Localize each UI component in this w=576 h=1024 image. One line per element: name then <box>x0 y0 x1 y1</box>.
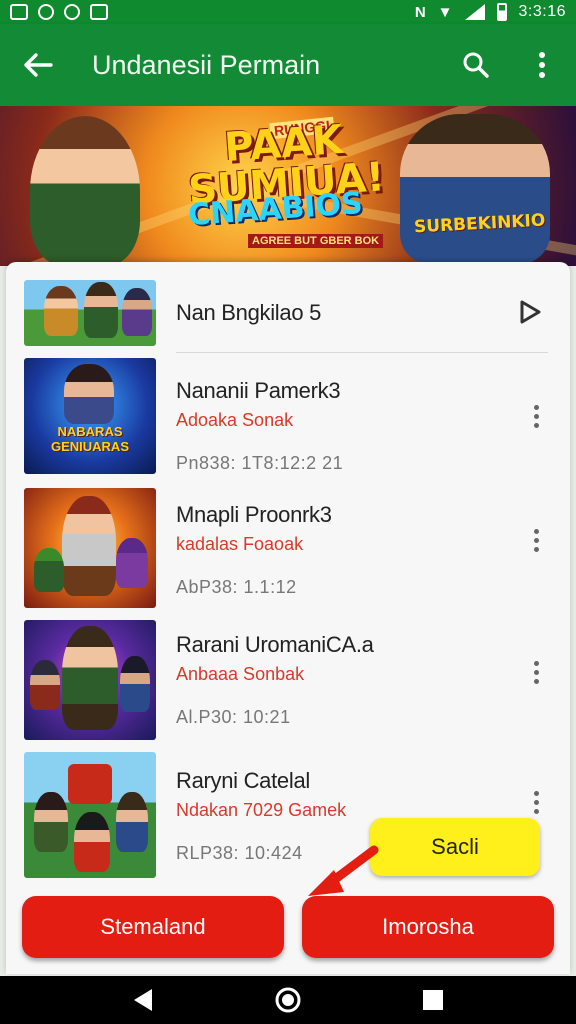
app-bar: Undanesii Permain <box>0 24 576 106</box>
system-navigation-bar <box>0 976 576 1024</box>
back-triangle-icon <box>133 989 152 1011</box>
promo-banner[interactable]: RUNGGI PAAK SUMIUA! CNAABIOS AGREE BUT G… <box>0 106 576 266</box>
download-notification-icon <box>90 4 108 20</box>
system-icons: N ▼ 3:3:16 <box>415 3 566 21</box>
item-menu-button[interactable] <box>524 396 548 436</box>
status-time: 3:3:16 <box>518 3 566 20</box>
game-meta: Pn838: 1T8:12:2 21 <box>176 453 344 473</box>
game-title: Nananii Pamerk3 <box>176 378 341 403</box>
item-menu-button[interactable] <box>524 520 548 560</box>
list-item[interactable]: Rarani UromaniCA.a Anbaaa Sonbak Al.P30:… <box>24 620 556 740</box>
hint-tooltip[interactable]: Sacli <box>370 818 540 876</box>
game-title: Nan Bngkilao 5 <box>176 300 322 325</box>
more-vert-icon <box>539 52 545 78</box>
sync-notification-icon <box>38 4 54 20</box>
search-button[interactable] <box>456 45 496 85</box>
list-item-text: Mnapli Proonrk3 kadalas Foaoak AbP38: 1.… <box>176 488 556 608</box>
game-thumbnail <box>24 752 156 878</box>
list-item-text: Nan Bngkilao 5 <box>176 280 556 348</box>
banner-heroes-group-art <box>400 114 550 264</box>
game-thumbnail <box>24 620 156 740</box>
wifi-icon: ▼ <box>437 3 453 21</box>
list-item[interactable]: NABARAS GENIUARAS Nananii Pamerk3 Adoaka… <box>24 358 556 476</box>
gallery-notification-icon <box>10 4 28 20</box>
nfc-icon: N <box>414 3 426 21</box>
location-notification-icon <box>64 4 80 20</box>
nav-home-button[interactable] <box>268 980 308 1020</box>
overflow-menu-button[interactable] <box>522 45 562 85</box>
banner-tag: AGREE BUT GBER BOK <box>248 234 384 248</box>
arrow-left-icon <box>24 53 53 77</box>
list-item[interactable]: Mnapli Proonrk3 kadalas Foaoak AbP38: 1.… <box>24 488 556 608</box>
game-thumbnail: NABARAS GENIUARAS <box>24 358 156 474</box>
play-button[interactable] <box>512 294 548 330</box>
search-icon <box>463 52 489 78</box>
game-thumbnail <box>24 280 156 346</box>
list-item-text: Nananii Pamerk3 Adoaka Sonak Pn838: 1T8:… <box>176 358 556 476</box>
game-title: Mnapli Proonrk3 <box>176 502 332 527</box>
list-item-text: Rarani UromaniCA.a Anbaaa Sonbak Al.P30:… <box>176 620 556 740</box>
list-divider <box>176 352 548 353</box>
banner-hero-art <box>30 116 140 266</box>
game-subtitle: Anbaaa Sonbak <box>176 664 305 684</box>
secondary-action-button[interactable]: Imorosha <box>302 896 554 958</box>
primary-action-button[interactable]: Stemaland <box>22 896 284 958</box>
nav-recents-button[interactable] <box>413 980 453 1020</box>
game-meta: Al.P30: 10:21 <box>176 707 291 727</box>
list-item-featured[interactable]: Nan Bngkilao 5 <box>24 280 556 348</box>
game-title: Rarani UromaniCA.a <box>176 632 374 657</box>
recents-square-icon <box>423 990 444 1010</box>
game-subtitle: Adoaka Sonak <box>176 410 294 430</box>
item-menu-button[interactable] <box>524 782 548 822</box>
battery-icon <box>496 3 507 21</box>
item-menu-button[interactable] <box>524 652 548 692</box>
home-circle-icon <box>275 987 301 1013</box>
thumbnail-label: NABARAS GENIUARAS <box>50 424 129 454</box>
game-meta: AbP38: 1.1:12 <box>176 577 297 597</box>
back-button[interactable] <box>14 41 62 89</box>
play-icon <box>520 300 541 324</box>
cellular-signal-icon <box>464 4 485 20</box>
status-bar: N ▼ 3:3:16 <box>0 0 576 24</box>
nav-back-button[interactable] <box>123 980 163 1020</box>
notification-icons <box>10 4 108 20</box>
game-subtitle: kadalas Foaoak <box>176 534 304 554</box>
game-thumbnail <box>24 488 156 608</box>
game-title: Raryni Catelal <box>176 768 310 793</box>
page-title: Undanesii Permain <box>92 49 321 80</box>
